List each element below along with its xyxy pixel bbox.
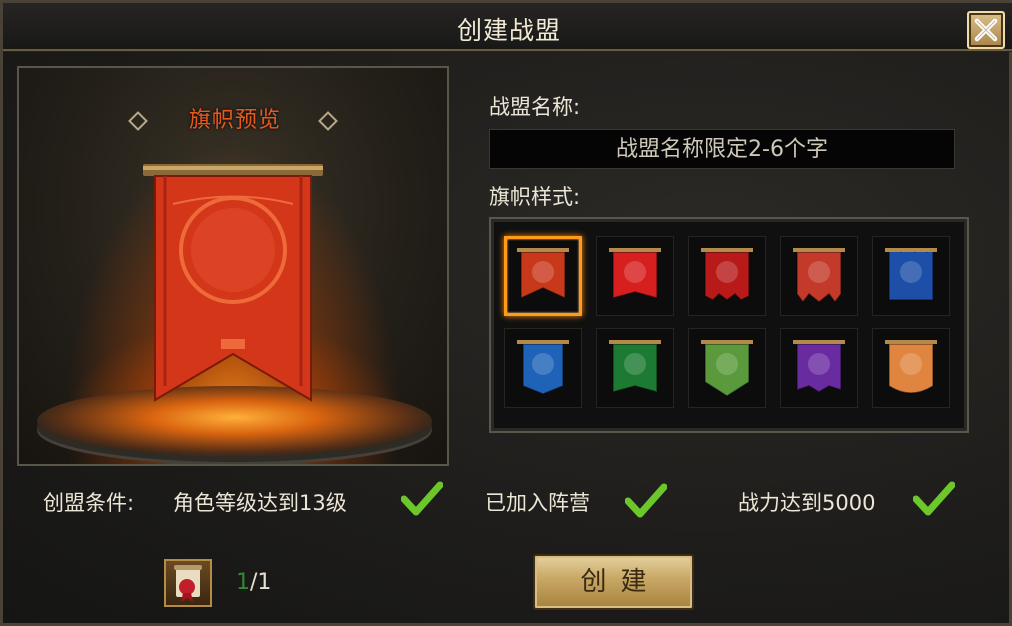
banner-preview-panel: 旗帜预览	[17, 66, 449, 466]
conditions-label: 创盟条件:	[43, 491, 135, 515]
banner-style-option[interactable]	[780, 236, 858, 316]
dialog-title: 创建战盟	[456, 16, 561, 45]
banner-flag-icon	[793, 340, 845, 393]
banner-flag-icon	[793, 248, 845, 304]
checkmark-icon	[401, 481, 443, 516]
banner-preview-icon	[143, 164, 323, 402]
banner-style-option[interactable]	[504, 328, 582, 408]
item-count-required: /1	[250, 570, 272, 595]
condition-power-text: 战力达到5000	[738, 491, 876, 515]
item-count: 1/1	[236, 570, 271, 595]
banner-flag-icon	[517, 340, 569, 395]
banner-style-label: 旗帜样式:	[489, 185, 581, 209]
condition-camp-text: 已加入阵营	[485, 491, 590, 515]
create-alliance-dialog: 创建战盟 旗帜预览 战盟名称: 旗帜样式:	[0, 0, 1012, 626]
condition-level-text: 角色等级达到13级	[173, 491, 347, 515]
banner-flag-icon	[517, 248, 569, 300]
banner-flag-icon	[885, 246, 937, 301]
alliance-name-label: 战盟名称:	[489, 95, 581, 119]
scroll-icon	[174, 565, 202, 602]
checkmark-icon	[913, 481, 955, 516]
close-button[interactable]	[967, 11, 1005, 49]
close-icon	[974, 18, 998, 42]
scroll-item-icon[interactable]	[164, 559, 212, 607]
banner-style-option[interactable]	[872, 328, 950, 408]
checkmark-icon	[625, 483, 667, 518]
banner-flag-icon	[609, 248, 661, 299]
banner-flag-icon	[609, 340, 661, 393]
create-button[interactable]: 创建	[533, 554, 694, 610]
banner-flag-icon	[701, 248, 753, 301]
item-count-current: 1	[236, 570, 250, 595]
banner-style-option[interactable]	[780, 328, 858, 408]
banner-flag-icon	[701, 340, 753, 397]
preview-title: 旗帜预览	[188, 108, 281, 133]
alliance-name-input[interactable]	[489, 129, 955, 169]
banner-style-option[interactable]	[596, 236, 674, 316]
banner-style-option[interactable]	[688, 328, 766, 408]
banner-style-option[interactable]	[872, 236, 950, 316]
banner-style-grid	[489, 217, 969, 433]
banner-flag-icon	[885, 340, 937, 394]
title-bar: 创建战盟	[3, 3, 1012, 51]
banner-style-option[interactable]	[688, 236, 766, 316]
banner-style-option[interactable]	[596, 328, 674, 408]
banner-style-option[interactable]	[504, 236, 582, 316]
